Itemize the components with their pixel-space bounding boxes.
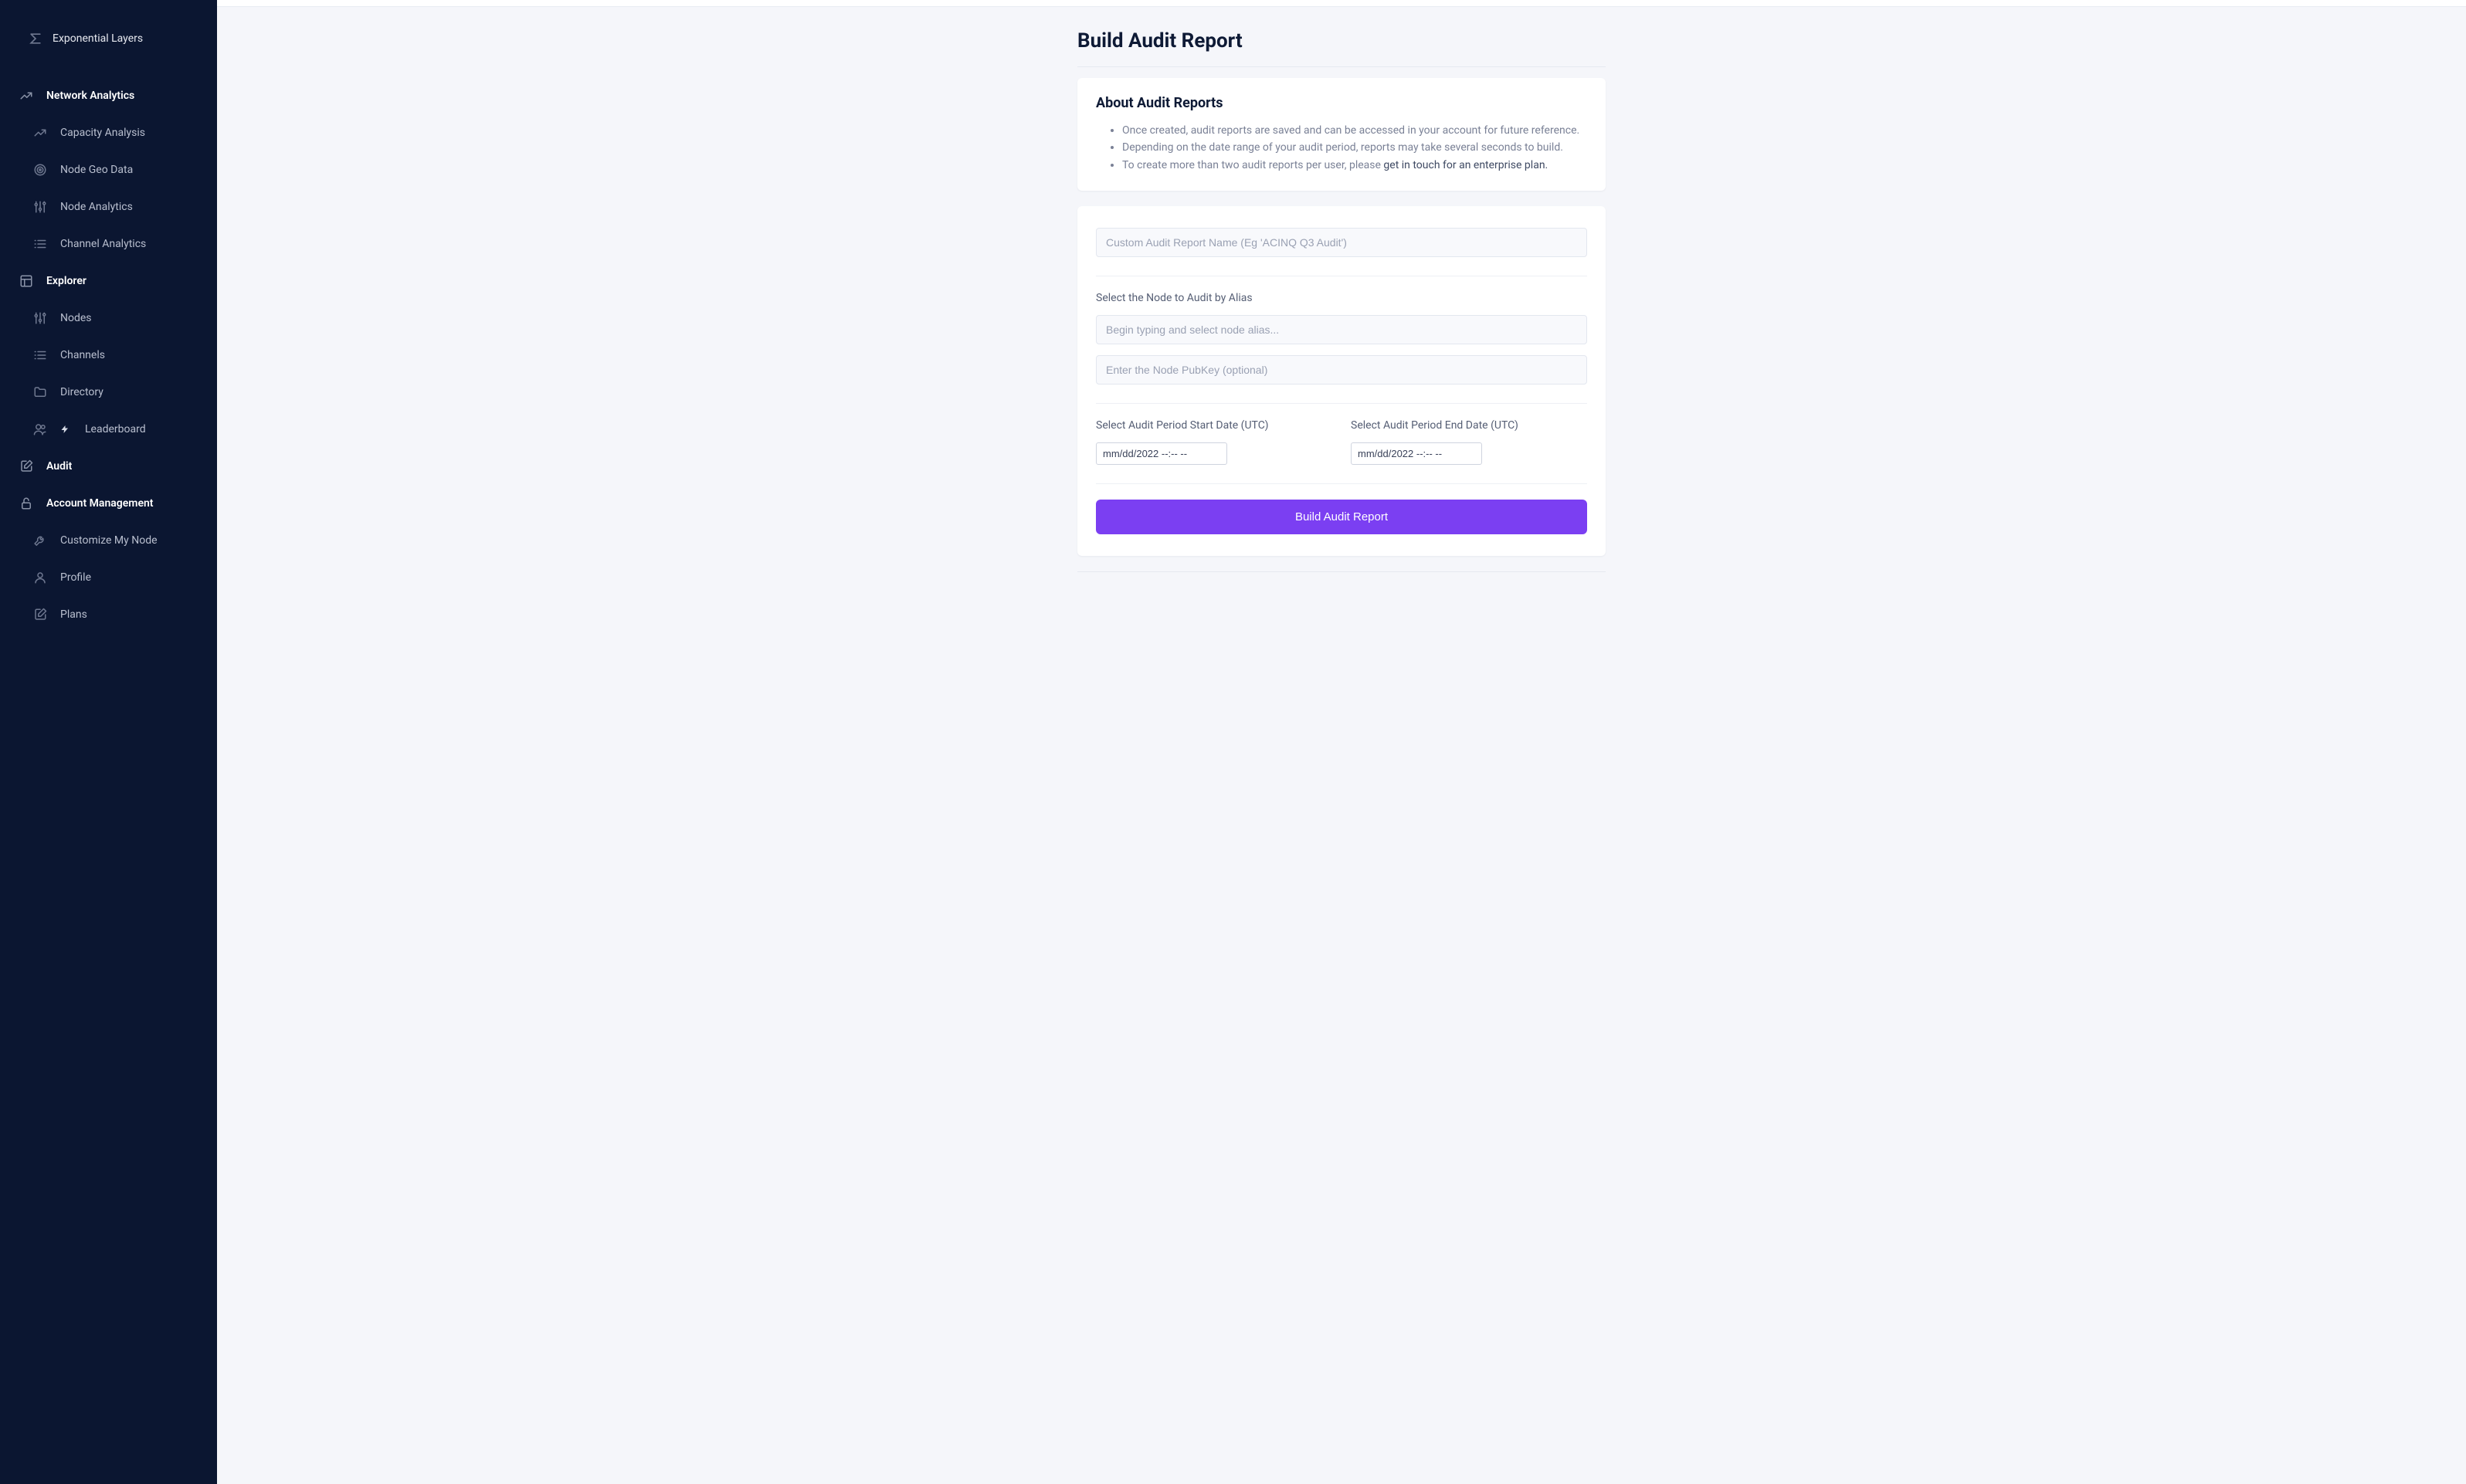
page-title: Build Audit Report <box>1077 29 1606 53</box>
about-bullet: Once created, audit reports are saved an… <box>1122 122 1587 139</box>
users-icon <box>32 422 48 437</box>
list-icon <box>32 236 48 252</box>
sidebar-item-nodes[interactable]: Nodes <box>0 300 217 337</box>
about-bullet: To create more than two audit reports pe… <box>1122 157 1587 174</box>
end-date-label: Select Audit Period End Date (UTC) <box>1351 419 1587 432</box>
user-icon <box>32 570 48 585</box>
sidebar-item-label: Channels <box>60 350 105 361</box>
divider <box>1096 403 1587 404</box>
node-alias-input[interactable] <box>1096 315 1587 344</box>
sidebar-item-label: Node Geo Data <box>60 164 133 175</box>
brand-logo[interactable]: Exponential Layers <box>0 19 217 77</box>
sigma-icon <box>28 31 43 46</box>
build-audit-report-button[interactable]: Build Audit Report <box>1096 500 1587 534</box>
sidebar-item-label: Leaderboard <box>85 424 146 435</box>
layout-icon <box>19 273 34 289</box>
main-content: Build Audit Report About Audit Reports O… <box>217 0 2466 1484</box>
sidebar-item-leaderboard[interactable]: Leaderboard <box>0 411 217 448</box>
sidebar-item-customize-my-node[interactable]: Customize My Node <box>0 522 217 559</box>
start-date-label: Select Audit Period Start Date (UTC) <box>1096 419 1332 432</box>
sliders-icon <box>32 310 48 326</box>
sidebar: Exponential Layers Network Analytics Cap… <box>0 0 217 1484</box>
list-icon <box>32 347 48 363</box>
sidebar-item-label: Capacity Analysis <box>60 127 145 138</box>
sidebar-item-label: Channel Analytics <box>60 239 146 249</box>
sidebar-section-label: Audit <box>46 461 72 472</box>
select-node-label: Select the Node to Audit by Alias <box>1096 292 1587 304</box>
sidebar-item-label: Customize My Node <box>60 535 158 546</box>
node-pubkey-input[interactable] <box>1096 355 1587 385</box>
divider <box>1077 66 1606 67</box>
sidebar-item-node-geo-data[interactable]: Node Geo Data <box>0 151 217 188</box>
sidebar-section-label: Network Analytics <box>46 90 134 101</box>
sidebar-section-explorer[interactable]: Explorer <box>0 263 217 300</box>
about-bullets: Once created, audit reports are saved an… <box>1096 122 1587 174</box>
divider <box>1096 483 1587 484</box>
sidebar-section-label: Explorer <box>46 276 86 286</box>
sidebar-section-network-analytics[interactable]: Network Analytics <box>0 77 217 114</box>
wrench-icon <box>32 533 48 548</box>
about-bullet: Depending on the date range of your audi… <box>1122 139 1587 156</box>
sidebar-item-node-analytics[interactable]: Node Analytics <box>0 188 217 225</box>
lock-icon <box>19 496 34 511</box>
sidebar-item-profile[interactable]: Profile <box>0 559 217 596</box>
sidebar-item-plans[interactable]: Plans <box>0 596 217 633</box>
report-name-input[interactable] <box>1096 228 1587 257</box>
sidebar-section-account-management[interactable]: Account Management <box>0 485 217 522</box>
trend-up-icon <box>19 88 34 103</box>
edit-square-icon <box>32 607 48 622</box>
sidebar-item-label: Directory <box>60 387 103 398</box>
edit-square-icon <box>19 459 34 474</box>
sliders-icon <box>32 199 48 215</box>
sidebar-item-capacity-analysis[interactable]: Capacity Analysis <box>0 114 217 151</box>
sidebar-item-channels[interactable]: Channels <box>0 337 217 374</box>
about-bullet-text: To create more than two audit reports pe… <box>1122 159 1383 171</box>
enterprise-plan-link[interactable]: get in touch for an enterprise plan. <box>1383 159 1548 171</box>
divider <box>1077 571 1606 572</box>
bolt-icon <box>60 425 70 434</box>
sidebar-item-directory[interactable]: Directory <box>0 374 217 411</box>
brand-name: Exponential Layers <box>53 32 143 45</box>
about-title: About Audit Reports <box>1096 95 1587 111</box>
end-date-input[interactable] <box>1351 442 1482 465</box>
about-card: About Audit Reports Once created, audit … <box>1077 78 1606 191</box>
sidebar-section-label: Account Management <box>46 498 154 509</box>
form-card: Select the Node to Audit by Alias Select… <box>1077 206 1606 556</box>
sidebar-item-channel-analytics[interactable]: Channel Analytics <box>0 225 217 263</box>
sidebar-item-label: Node Analytics <box>60 202 133 212</box>
folder-icon <box>32 385 48 400</box>
trend-up-icon <box>32 125 48 141</box>
sidebar-item-label: Nodes <box>60 313 92 324</box>
sidebar-section-audit[interactable]: Audit <box>0 448 217 485</box>
target-icon <box>32 162 48 178</box>
sidebar-item-label: Profile <box>60 572 91 583</box>
start-date-input[interactable] <box>1096 442 1227 465</box>
sidebar-item-label: Plans <box>60 609 87 620</box>
top-bar <box>217 0 2466 6</box>
